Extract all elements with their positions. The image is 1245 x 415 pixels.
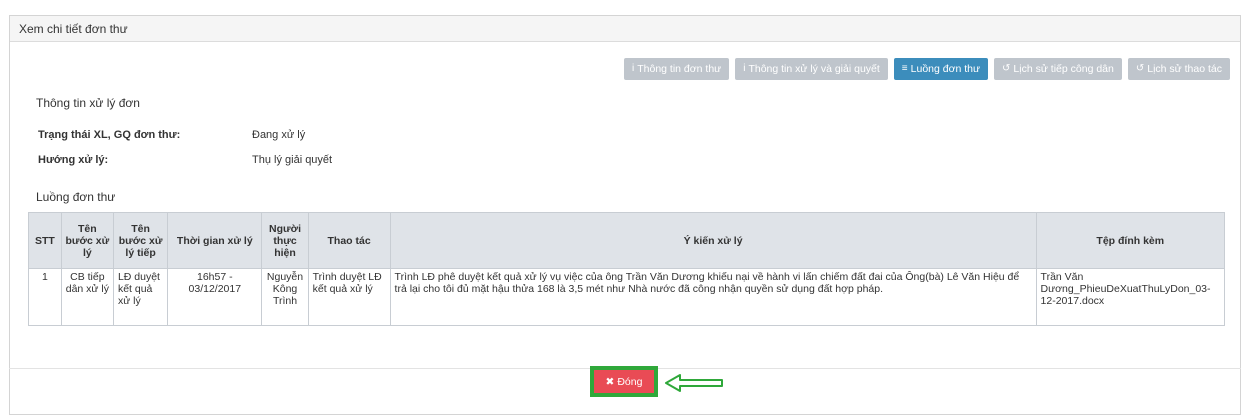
- panel-title: Xem chi tiết đơn thư: [10, 16, 1240, 42]
- status-row: Trạng thái XL, GQ đơn thư: Đang xử lý: [38, 129, 305, 141]
- tab-label: Lịch sử tiếp công dân: [1013, 63, 1114, 75]
- cell-step: CB tiếp dân xử lý: [60, 268, 114, 326]
- cell-opinion: Trình LĐ phê duyệt kết quả xử lý vụ việc…: [389, 268, 1037, 326]
- processing-section-title: Thông tin xử lý đơn: [36, 96, 140, 110]
- col-opinion: Ý kiến xử lý: [389, 212, 1037, 269]
- col-time: Thời gian xử lý: [167, 212, 263, 269]
- arrow-left-icon: [665, 374, 723, 392]
- tab-label: Luồng đơn thư: [910, 63, 981, 75]
- tab-letter-flow[interactable]: ≡ Luồng đơn thư: [893, 58, 989, 80]
- tab-citizen-reception-history[interactable]: ↺ Lịch sử tiếp công dân: [994, 58, 1122, 80]
- cell-stt: 1: [28, 268, 62, 326]
- direction-label: Hướng xử lý:: [38, 154, 109, 166]
- status-label: Trạng thái XL, GQ đơn thư:: [38, 129, 181, 141]
- tab-action-history[interactable]: ↺ Lịch sử thao tác: [1127, 58, 1230, 80]
- cell-time: 16h57 - 03/12/2017: [167, 268, 263, 326]
- table-row: 1 CB tiếp dân xử lý LĐ duyệt kết quả xử …: [28, 268, 1226, 326]
- col-stt: STT: [28, 212, 62, 269]
- col-person: Người thực hiện: [261, 212, 309, 269]
- direction-row: Hướng xử lý: Thụ lý giải quyết: [38, 154, 332, 166]
- info-icon: i: [743, 63, 746, 74]
- flow-table: STT Tên bước xử lý Tên bước xử lý tiếp T…: [28, 212, 1226, 326]
- history-icon: ↺: [1002, 63, 1011, 74]
- cell-next-step: LĐ duyệt kết quả xử lý: [112, 268, 169, 326]
- close-button-highlight: ✖ Đóng: [590, 366, 658, 397]
- attachment-link[interactable]: Trần Văn Dương_PhieuDeXuatThuLyDon_03-12…: [1035, 268, 1226, 326]
- close-button-label: Đóng: [617, 375, 643, 388]
- tab-label: Thông tin xử lý và giải quyết: [748, 63, 880, 75]
- col-attachment: Tệp đính kèm: [1035, 212, 1226, 269]
- tab-processing-info[interactable]: i Thông tin xử lý và giải quyết: [735, 58, 888, 80]
- table-header-row: STT Tên bước xử lý Tên bước xử lý tiếp T…: [28, 212, 1226, 269]
- tab-letter-info[interactable]: i Thông tin đơn thư: [624, 58, 730, 80]
- toolbar: i Thông tin đơn thư i Thông tin xử lý và…: [624, 58, 1230, 80]
- info-icon: i: [632, 63, 635, 74]
- cell-person: Nguyễn Kông Trình: [261, 268, 309, 326]
- cell-action: Trình duyệt LĐ kết quả xử lý: [307, 268, 391, 326]
- status-value: Đang xử lý: [252, 129, 306, 141]
- close-icon: ✖: [605, 375, 615, 388]
- tab-label: Lịch sử thao tác: [1147, 63, 1222, 75]
- col-action: Thao tác: [307, 212, 391, 269]
- flow-section-title: Luồng đơn thư: [36, 190, 116, 204]
- col-step: Tên bước xử lý: [60, 212, 114, 269]
- col-next-step: Tên bước xử lý tiếp: [112, 212, 169, 269]
- close-button[interactable]: ✖ Đóng: [594, 370, 654, 393]
- tab-label: Thông tin đơn thư: [637, 63, 722, 75]
- history-icon: ↺: [1135, 63, 1145, 74]
- list-icon: ≡: [901, 63, 908, 74]
- direction-value: Thụ lý giải quyết: [252, 154, 333, 166]
